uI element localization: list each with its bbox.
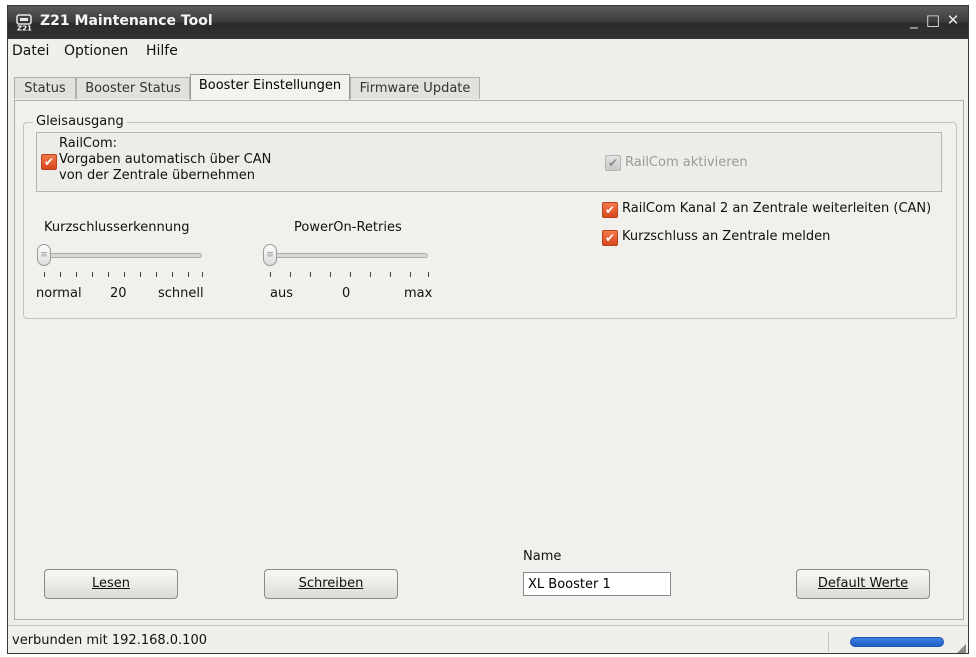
short-detection-label: Kurzschlusserkennung [44, 220, 190, 235]
short-detection-handle[interactable]: ≡ [37, 244, 51, 266]
default-values-button[interactable]: Default Werte [796, 569, 930, 599]
railcom-box: RailCom: ✔ Vorgaben automatisch über CAN… [36, 132, 942, 192]
poweron-retries-handle[interactable]: ≡ [263, 244, 277, 266]
poweron-retries-max: max [404, 286, 433, 301]
menu-datei[interactable]: Datei [12, 43, 49, 59]
window-title: Z21 Maintenance Tool [40, 13, 213, 29]
write-button[interactable]: Schreiben [264, 569, 398, 599]
short-detection-value: 20 [110, 286, 127, 301]
short-report-checkbox[interactable]: ✔ [602, 230, 618, 246]
z21-app-icon: Z21 [16, 14, 32, 31]
railcom-activate-checkbox[interactable]: ✔ [605, 155, 621, 171]
checkmark-icon: ✔ [607, 156, 619, 170]
read-button-label: Lesen [91, 576, 131, 591]
title-bar[interactable]: Z21 Z21 Maintenance Tool _ □ ✕ [8, 6, 968, 39]
status-bar: verbunden mit 192.168.0.100 [8, 625, 968, 654]
poweron-retries-min: aus [270, 286, 293, 301]
short-report-label: Kurzschluss an Zentrale melden [622, 229, 831, 244]
read-button[interactable]: Lesen [44, 569, 178, 599]
checkmark-icon: ✔ [604, 203, 616, 217]
short-detection-ticks [44, 272, 204, 278]
railcom-auto-label-line1: Vorgaben automatisch über CAN [59, 152, 272, 167]
connection-status: verbunden mit 192.168.0.100 [12, 633, 207, 648]
write-button-label: Schreiben [298, 576, 364, 591]
railcom-channel2-checkbox[interactable]: ✔ [602, 202, 618, 218]
main-window: Z21 Z21 Maintenance Tool _ □ ✕ Datei Opt… [7, 5, 969, 654]
default-values-button-label: Default Werte [817, 576, 909, 591]
checkmark-icon: ✔ [604, 231, 616, 245]
tab-content: RailCom: ✔ Vorgaben automatisch über CAN… [14, 100, 964, 620]
railcom-channel2-label: RailCom Kanal 2 an Zentrale weiterleiten… [622, 201, 932, 216]
maximize-button[interactable]: □ [923, 11, 943, 29]
menu-bar: Datei Optionen Hilfe [8, 39, 968, 63]
svg-text:Z21: Z21 [17, 25, 32, 32]
status-separator [828, 632, 829, 652]
name-label: Name [523, 549, 562, 564]
railcom-auto-label-line2: von der Zentrale übernehmen [59, 168, 256, 183]
poweron-retries-ticks [270, 272, 430, 278]
name-input[interactable] [523, 572, 671, 596]
poweron-retries-value: 0 [342, 286, 351, 301]
short-detection-min: normal [36, 286, 82, 301]
activity-indicator [850, 637, 944, 647]
menu-optionen[interactable]: Optionen [64, 43, 128, 59]
menu-hilfe[interactable]: Hilfe [146, 43, 178, 59]
minimize-button[interactable]: _ [904, 11, 924, 29]
checkmark-icon: ✔ [43, 155, 55, 169]
poweron-retries-label: PowerOn-Retries [294, 220, 402, 235]
tab-firmware-update[interactable]: Firmware Update [350, 77, 480, 99]
group-title: Gleisausgang [33, 114, 127, 129]
railcom-heading: RailCom: [59, 136, 118, 151]
tab-status[interactable]: Status [14, 77, 76, 99]
gleisausgang-group: RailCom: ✔ Vorgaben automatisch über CAN… [23, 122, 957, 319]
short-detection-max: schnell [158, 286, 204, 301]
resize-grip-icon[interactable] [956, 644, 966, 654]
tab-booster-status[interactable]: Booster Status [76, 77, 190, 99]
railcom-activate-label: RailCom aktivieren [625, 155, 748, 170]
tab-booster-einstellungen[interactable]: Booster Einstellungen [190, 74, 350, 100]
railcom-auto-checkbox[interactable]: ✔ [41, 154, 57, 170]
short-detection-track[interactable] [40, 253, 202, 258]
close-button[interactable]: ✕ [943, 11, 963, 29]
poweron-retries-track[interactable] [266, 253, 428, 258]
